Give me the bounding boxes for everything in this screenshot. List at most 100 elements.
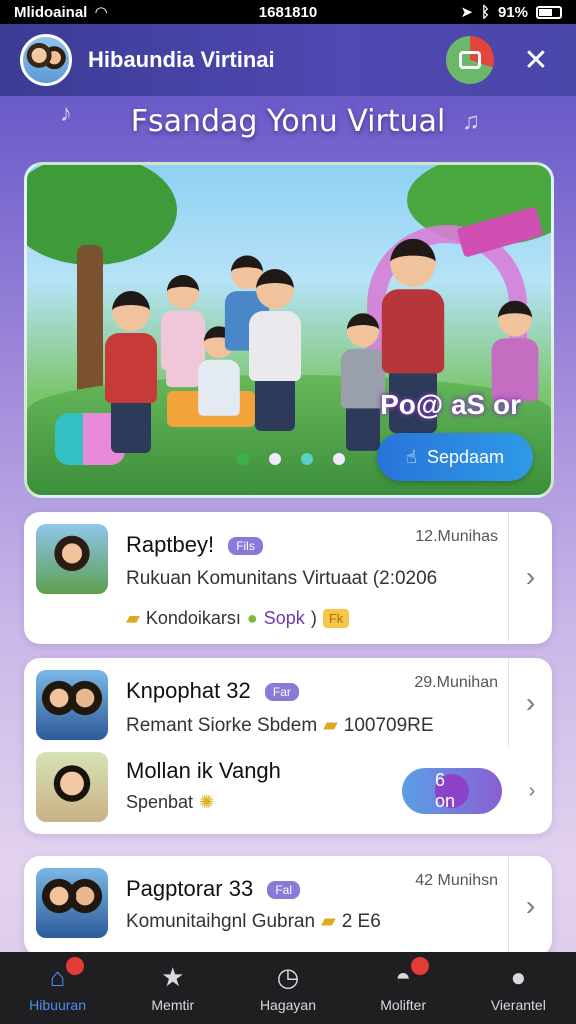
item-badge: Fils	[228, 537, 263, 556]
nav-item-star[interactable]: ★ Memtir	[123, 961, 223, 1014]
notification-dot	[65, 957, 84, 975]
item-name-text: Knpophat 32	[126, 678, 251, 703]
nav-item-profile[interactable]: ● Vierantel	[468, 961, 568, 1014]
list-card[interactable]: Knpophat 32 Far 29.Munihan Remant Siorke…	[24, 658, 552, 834]
close-button[interactable]: ✕	[516, 40, 556, 80]
star-icon: ★	[161, 961, 185, 992]
bottom-nav: ⌂ Hibuuran ★ Memtir ◷ Hagayan ◓ Molifter…	[0, 952, 576, 1024]
item-time: 42 Munihsn	[415, 872, 498, 889]
join-button-label: 6 on	[435, 770, 456, 811]
chevron-right-icon: ›	[528, 779, 536, 802]
child-figure	[249, 269, 301, 431]
item-meta-value: 100709RE	[343, 714, 434, 736]
item-meta: ▰ Kondoikarsı ● Sopk ) Fk	[126, 608, 350, 629]
child-figure	[491, 300, 539, 402]
item-meta-suffix: )	[310, 608, 317, 628]
list-card[interactable]: Raptbey! Fils 12.Munihas Rukuan Komunita…	[24, 512, 552, 644]
hero-title: Fsandag Yonu Virtual	[130, 104, 446, 139]
item-badge: Fal	[267, 881, 300, 900]
nav-label: Molifter	[380, 997, 427, 1013]
list-item[interactable]: Pagptorar 33 Fal 42 Munihsn Komunitaihgn…	[24, 856, 552, 956]
list-item[interactable]: Raptbey! Fils 12.Munihas Rukuan Komunita…	[24, 512, 552, 642]
chevron-right-icon: ›	[525, 561, 536, 592]
location-icon: ➤	[460, 4, 473, 21]
item-name: Raptbey! Fils	[126, 532, 263, 558]
item-name: Knpophat 32 Far	[126, 678, 299, 704]
hand-pointer-icon: ☝	[405, 446, 417, 467]
carousel-dot[interactable]	[269, 453, 281, 465]
leaf-icon: ●	[246, 608, 258, 628]
chat-icon: ▰	[126, 608, 140, 628]
battery-icon	[536, 5, 562, 19]
nav-label: Memtir	[151, 997, 195, 1013]
record-button[interactable]	[446, 36, 494, 84]
status-bar: Mlidoainal ◠ 1681810 ➤ ᛒ 91%	[0, 0, 576, 24]
nav-item-clock[interactable]: ◷ Hagayan	[238, 961, 338, 1014]
chat-icon: ▰	[323, 715, 338, 736]
item-subtext: Spenbat	[126, 792, 194, 812]
item-description: Remant Siorke Sbdem	[126, 714, 318, 736]
item-description-row: Remant Siorke Sbdem ▰ 100709RE	[126, 714, 434, 737]
join-pill: 6 on	[435, 770, 469, 811]
sparkle-icon: ✺	[199, 792, 215, 812]
item-open-button[interactable]: ›	[512, 748, 552, 834]
profile-icon: ●	[510, 961, 527, 992]
camera-icon	[459, 51, 481, 69]
avatar[interactable]	[20, 34, 72, 86]
hero-banner[interactable]: Po@ aS or ☝ Sepdaam	[24, 162, 554, 498]
nav-item-home[interactable]: ⌂ Hibuuran	[8, 957, 108, 1013]
carousel-dot[interactable]	[333, 453, 345, 465]
item-description: Rukuan Komunitans Virtuaat (2:0206	[126, 568, 438, 589]
notification-dot	[411, 957, 430, 975]
list-item[interactable]: Mollan ik Vangh Spenbat ✺ 6 on ›	[24, 748, 552, 834]
nav-item-mask[interactable]: ◓ Molifter	[353, 957, 453, 1013]
battery-percent: 91%	[497, 3, 528, 21]
app-title: Hibaundia Virtinai	[88, 47, 275, 72]
clock-icon: ◷	[276, 961, 300, 992]
item-name-text: Raptbey!	[126, 532, 215, 557]
child-figure	[105, 291, 157, 453]
child-figure	[340, 313, 386, 451]
item-meta-value: 2 E6	[341, 910, 381, 932]
hero-button-label: Sepdaam	[426, 446, 505, 467]
carousel-dot[interactable]	[237, 453, 249, 465]
chevron-right-icon: ›	[525, 890, 536, 921]
wifi-icon: ◠	[95, 4, 107, 21]
item-thumbnail	[36, 670, 108, 740]
hero-action-button[interactable]: ☝ Sepdaam	[377, 433, 533, 481]
list-card[interactable]: Pagptorar 33 Fal 42 Munihsn Komunitaihgn…	[24, 856, 552, 956]
item-meta-text: Kondoikarsı	[145, 608, 241, 628]
item-thumbnail	[36, 524, 108, 594]
item-name: Pagptorar 33 Fal	[126, 876, 300, 902]
carrier-label: Mlidoainal	[14, 3, 88, 21]
item-name: Mollan ik Vangh	[126, 758, 281, 783]
item-name-text: Pagptorar 33	[126, 876, 254, 901]
item-time: 29.Munihan	[414, 674, 498, 691]
item-thumbnail	[36, 752, 108, 822]
tree-trunk	[77, 245, 103, 405]
join-button[interactable]: 6 on	[402, 768, 502, 814]
item-time: 12.Munihas	[415, 528, 498, 545]
list-item[interactable]: Knpophat 32 Far 29.Munihan Remant Siorke…	[24, 658, 552, 748]
chevron-right-icon: ›	[525, 687, 536, 718]
item-open-button[interactable]: ›	[508, 512, 552, 642]
item-open-button[interactable]: ›	[508, 658, 552, 748]
carousel-dot[interactable]	[301, 453, 313, 465]
carousel-dots	[237, 453, 345, 465]
item-description: Komunitaihgnl Gubran	[126, 910, 316, 932]
item-meta-highlight: Sopk	[263, 608, 305, 628]
chat-icon: ▰	[321, 911, 336, 932]
close-icon: ✕	[523, 43, 549, 77]
nav-label: Vierantel	[490, 997, 546, 1013]
app-header: Hibaundia Virtinai ✕	[0, 24, 576, 96]
hero-overlay-label: Po@ aS or	[380, 389, 521, 420]
bluetooth-icon: ᛒ	[480, 3, 490, 21]
item-tag: Fk	[322, 609, 350, 628]
item-subtext-row: Spenbat ✺	[126, 792, 214, 813]
nav-label: Hibuuran	[29, 997, 86, 1013]
item-description-row: Komunitaihgnl Gubran ▰ 2 E6	[126, 910, 381, 933]
item-open-button[interactable]: ›	[508, 856, 552, 956]
item-badge: Far	[264, 683, 299, 702]
item-thumbnail	[36, 868, 108, 938]
nav-label: Hagayan	[259, 997, 316, 1013]
